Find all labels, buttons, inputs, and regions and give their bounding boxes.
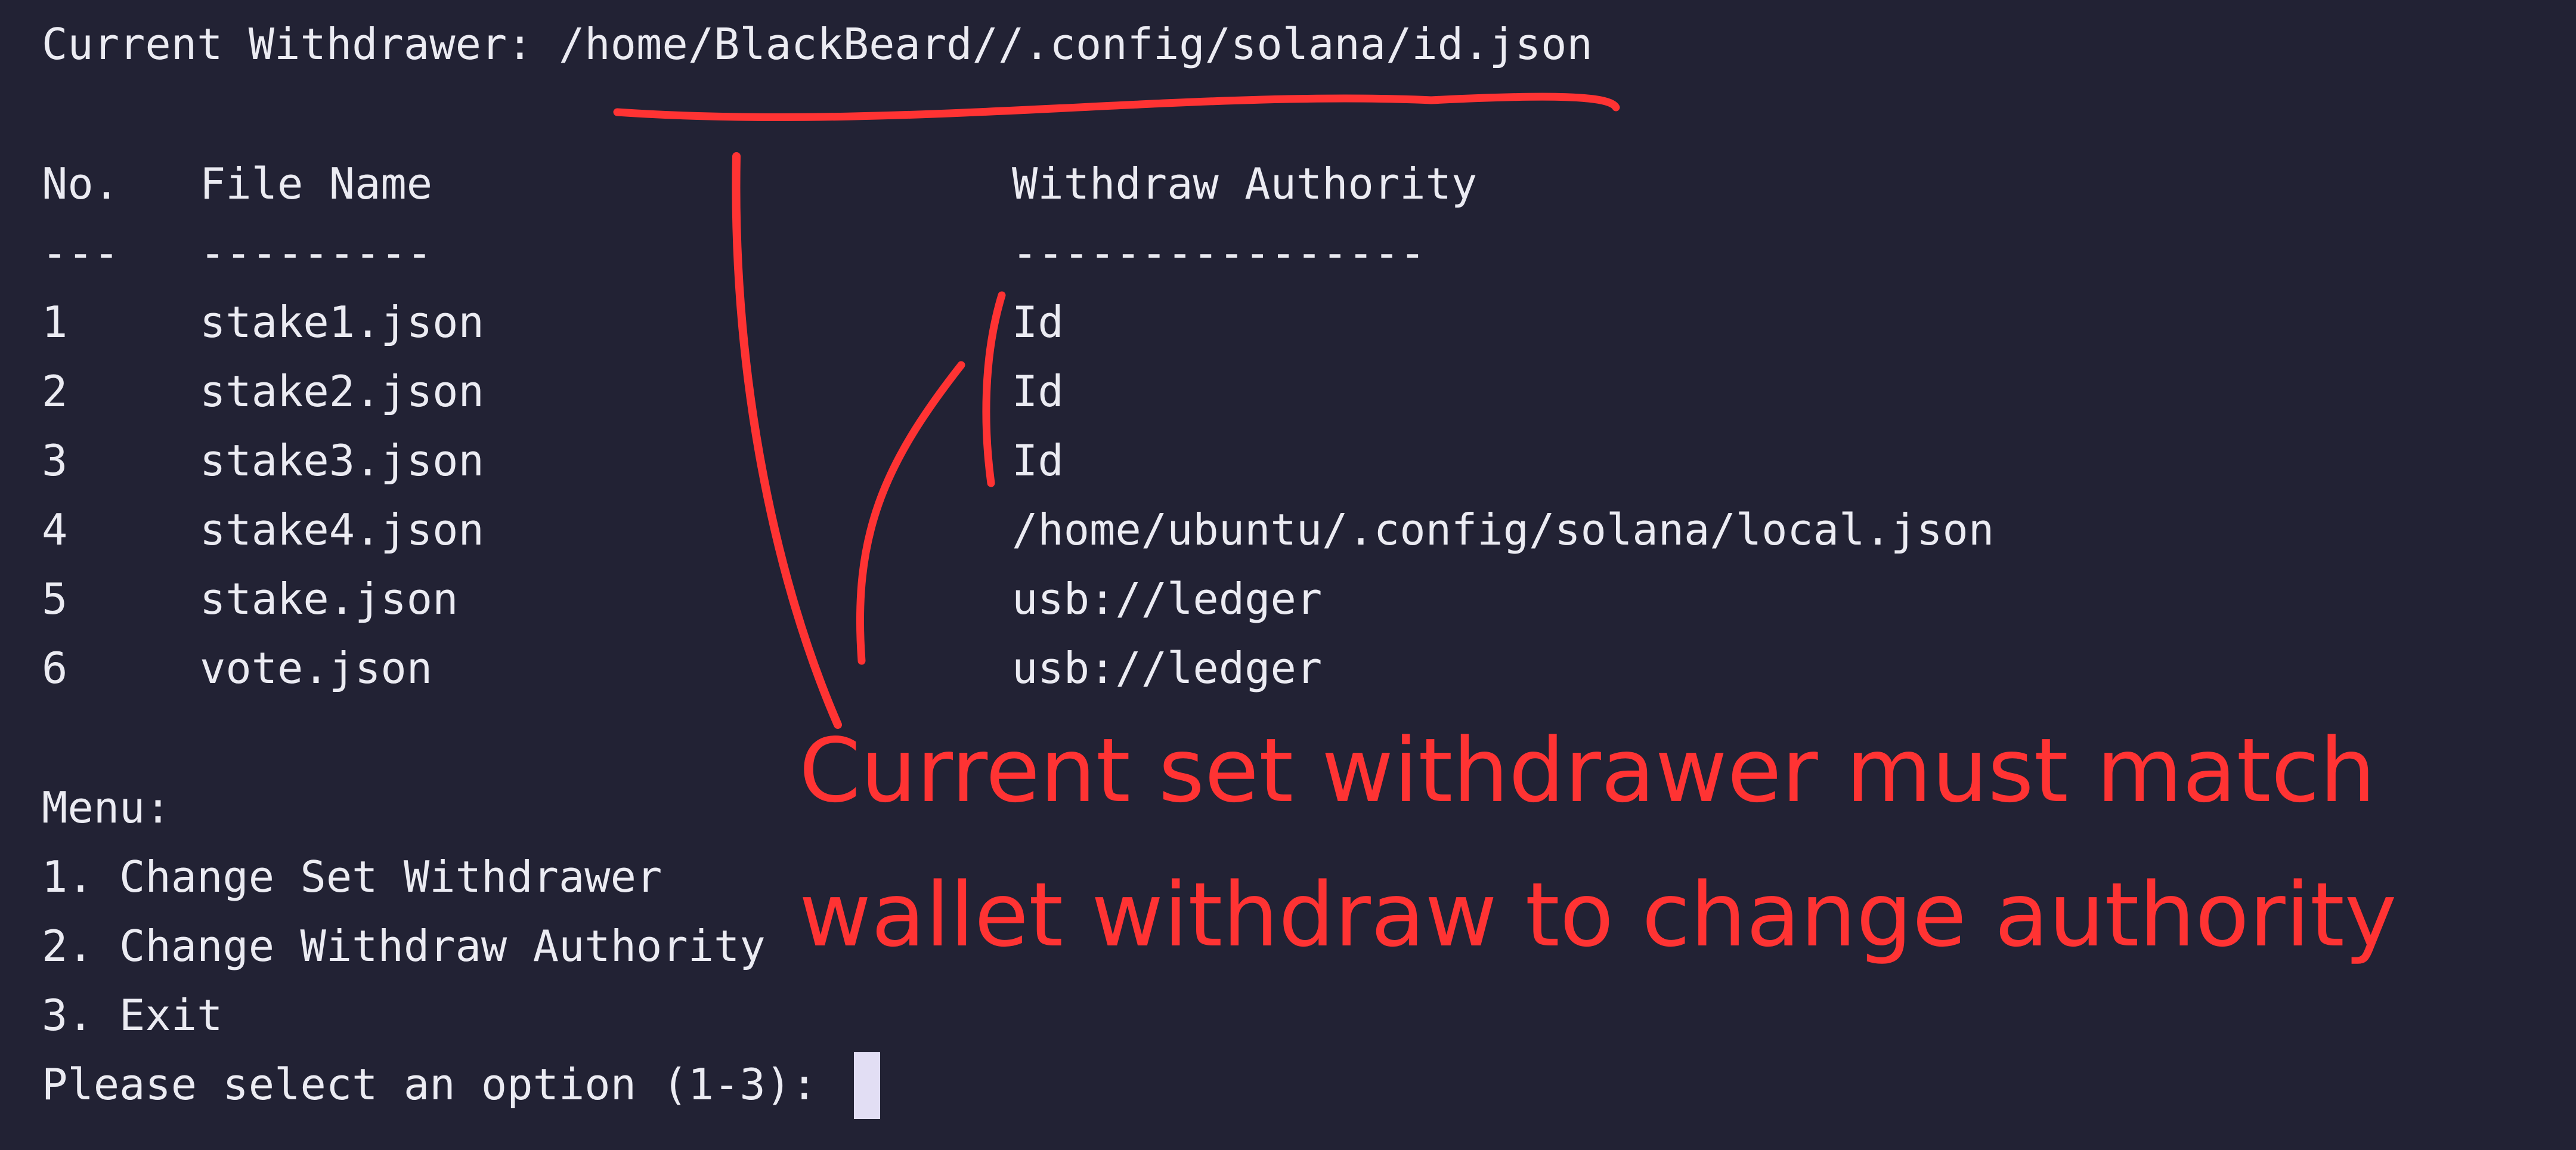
- pointer-stroke-long: [732, 152, 842, 729]
- annotation-strokes: [613, 92, 1620, 729]
- annotation-text-line1: Current set withdrawer must match: [799, 719, 2376, 822]
- underline-stroke: [613, 92, 1620, 121]
- bracket-stroke: [982, 291, 1006, 487]
- terminal-window[interactable]: Current Withdrawer: /home/BlackBeard//.c…: [0, 0, 2576, 1150]
- pointer-stroke-short: [856, 361, 965, 665]
- annotation-text-line2: wallet withdraw to change authority: [799, 864, 2397, 966]
